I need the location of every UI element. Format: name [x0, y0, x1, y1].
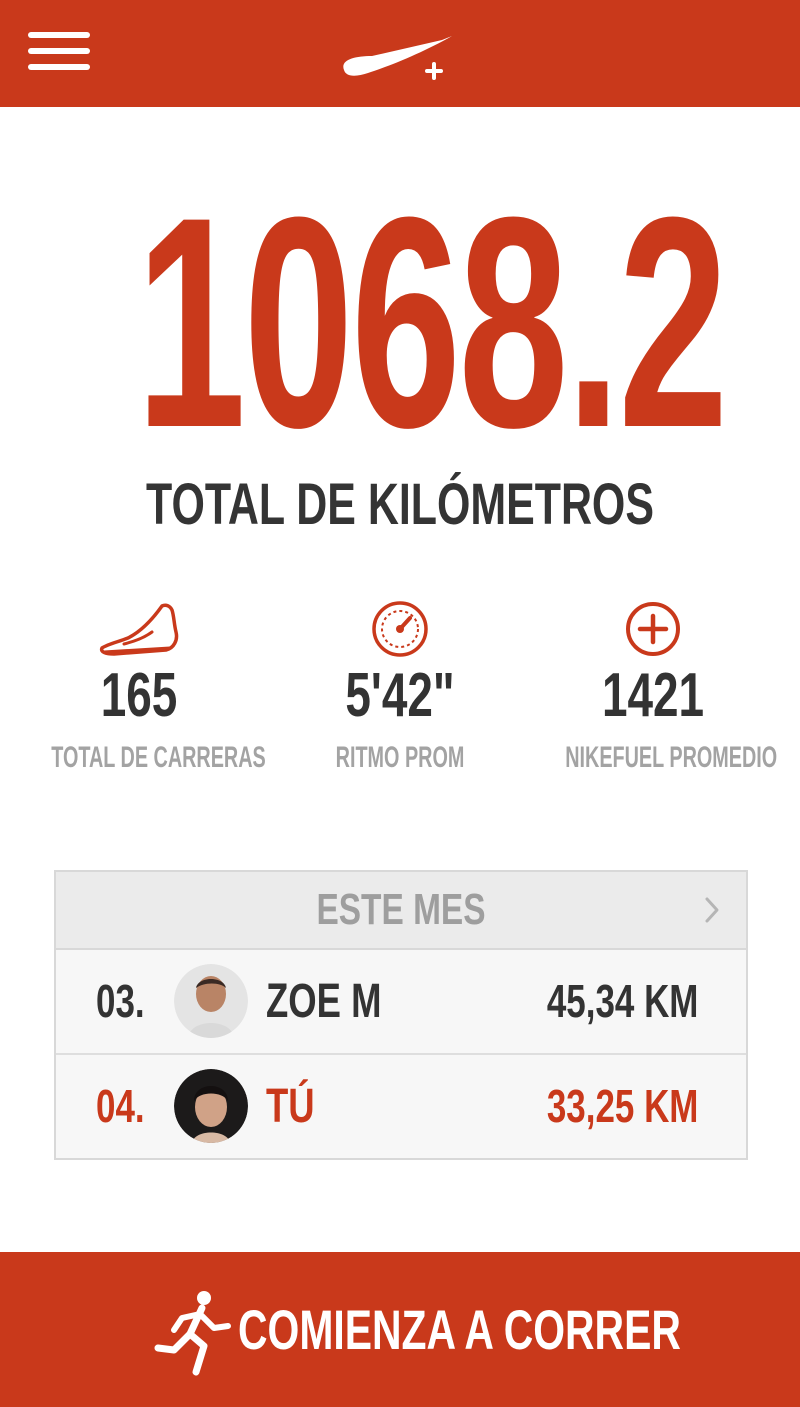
stat-label: TOTAL DE CARRERAS — [51, 741, 266, 774]
stat-value: 1421 — [601, 661, 705, 730]
menu-button[interactable] — [22, 28, 92, 74]
stat-value: 165 — [100, 661, 178, 730]
stat-total-runs: 165 TOTAL DE CARRERAS — [6, 598, 272, 776]
start-running-label: COMIENZA A CORRER — [238, 1298, 681, 1361]
total-km-value: 1068.2 — [136, 154, 728, 490]
row-name: ZOE M — [266, 975, 382, 1028]
running-shoe-icon — [99, 603, 179, 656]
row-distance: 33,25 KM — [546, 1080, 698, 1132]
stat-label: RITMO PROM — [335, 741, 465, 774]
top-bar — [0, 0, 800, 107]
leaderboard-title: ESTE MES — [316, 885, 486, 934]
stat-label: NIKEFUEL PROMEDIO — [565, 741, 778, 774]
start-running-button[interactable]: COMIENZA A CORRER — [0, 1252, 800, 1407]
stat-nikefuel: 1421 NIKEFUEL PROMEDIO — [520, 598, 786, 776]
stat-value: 5'42" — [345, 661, 455, 730]
leaderboard-row[interactable]: 03. ZOE M 45,34 KM — [56, 950, 746, 1055]
runner-icon — [154, 1291, 231, 1376]
row-distance: 45,34 KM — [546, 975, 698, 1027]
hamburger-menu-icon — [28, 32, 90, 38]
hamburger-menu-icon — [28, 64, 90, 70]
hamburger-menu-icon — [28, 48, 90, 54]
nike-plus-logo-icon — [343, 36, 452, 80]
stat-avg-pace: 5'42" RITMO PROM — [267, 598, 533, 776]
nikefuel-plus-icon — [626, 602, 680, 656]
avatar — [174, 964, 248, 1038]
leaderboard-row-current-user[interactable]: 04. TÚ 33,25 KM — [56, 1055, 746, 1158]
leaderboard: ESTE MES 03. ZOE M 45,34 KM 04. TÚ 33,25… — [54, 870, 748, 1160]
avatar — [174, 1069, 248, 1143]
total-km-label: TOTAL DE KILÓMETROS — [146, 472, 654, 537]
row-name: TÚ — [266, 1080, 315, 1133]
speedometer-icon — [372, 601, 428, 657]
row-rank: 03. — [96, 975, 145, 1027]
leaderboard-header[interactable]: ESTE MES — [56, 872, 746, 950]
chevron-right-icon — [705, 897, 719, 923]
row-rank: 04. — [96, 1080, 145, 1132]
